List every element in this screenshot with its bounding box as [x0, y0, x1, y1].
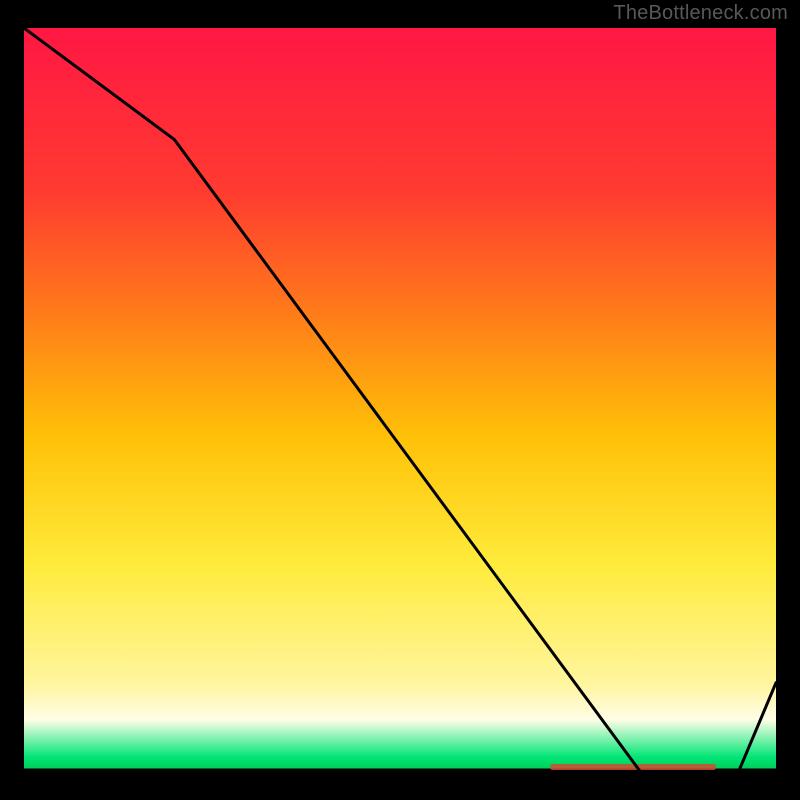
chart-frame: TheBottleneck.com — [0, 0, 800, 800]
gradient-background — [24, 28, 776, 772]
plot-area — [24, 28, 776, 772]
attribution-label: TheBottleneck.com — [613, 2, 788, 25]
optimal-band-marker — [550, 764, 715, 770]
chart-svg — [24, 28, 776, 772]
